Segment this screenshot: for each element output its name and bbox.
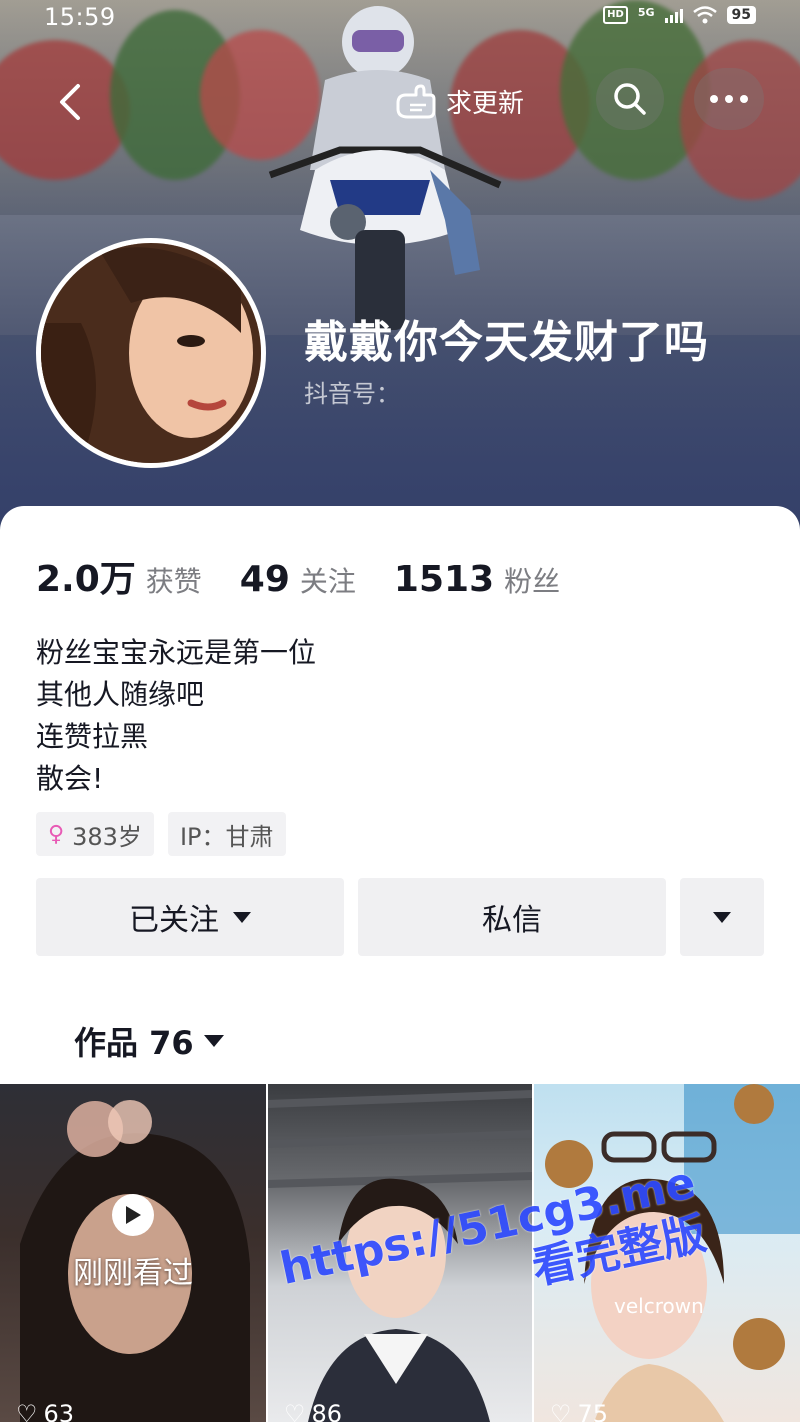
bio-line: 散会! — [36, 762, 104, 795]
caret-down-icon — [203, 1035, 224, 1047]
more-options-button[interactable] — [694, 68, 764, 130]
video-likes: ♡ 75 — [550, 1400, 608, 1422]
message-button[interactable]: 私信 — [358, 878, 666, 956]
stat-likes[interactable]: 2.0万 获赞 — [36, 550, 202, 602]
profile-stats: 2.0万 获赞 49 关注 1513 粉丝 — [36, 550, 560, 602]
age-tag: ♀ 383岁 — [36, 812, 154, 856]
profile-card: 2.0万 获赞 49 关注 1513 粉丝 粉丝宝宝永远是第一位 其他人随缘吧 … — [0, 506, 800, 1086]
followed-label: 已关注 — [129, 903, 219, 938]
status-bar: 15:59 HD 5G 95 — [0, 0, 800, 36]
stat-label: 关注 — [299, 565, 356, 598]
female-gender-icon: ♀ — [48, 821, 65, 847]
works-tab-label: 作品 76 — [74, 1024, 194, 1062]
back-icon[interactable] — [52, 80, 88, 124]
pointing-hand-icon — [396, 84, 436, 119]
video-likes: ♡ 86 — [284, 1400, 342, 1422]
status-icons: HD 5G 95 — [603, 6, 756, 24]
avatar[interactable] — [36, 238, 266, 468]
stat-followers[interactable]: 1513 粉丝 — [394, 559, 560, 600]
stat-following[interactable]: 49 关注 — [240, 559, 356, 600]
ip-tag: IP：甘肃 — [167, 812, 286, 856]
ip-label: IP：甘肃 — [179, 822, 274, 851]
heart-icon: ♡ — [550, 1400, 572, 1422]
bio-line: 粉丝宝宝永远是第一位 — [36, 636, 317, 669]
battery-icon: 95 — [726, 6, 756, 24]
search-button[interactable] — [596, 68, 664, 130]
network-label: 5G — [637, 6, 655, 19]
heart-icon: ♡ — [284, 1400, 306, 1422]
caret-down-icon — [713, 911, 731, 923]
avatar-portrait — [41, 243, 261, 463]
more-dot-icon — [725, 95, 733, 103]
likes-count: 63 — [43, 1400, 75, 1422]
profile-cover: 15:59 HD 5G 95 求更新 戴戴你今天发财了吗 抖音号： — [0, 0, 800, 540]
video-tile[interactable]: 刚刚看过 ♡ 63 — [0, 1084, 266, 1422]
profile-nickname: 戴戴你今天发财了吗 — [304, 317, 709, 368]
video-likes: ♡ 63 — [16, 1400, 74, 1422]
message-label: 私信 — [482, 903, 542, 938]
request-update-label: 求更新 — [446, 88, 525, 119]
more-dot-icon — [710, 95, 718, 103]
age-label: 383岁 — [72, 822, 142, 851]
bio-line: 其他人随缘吧 — [36, 678, 205, 711]
douyin-id-label: 抖音号： — [304, 380, 400, 408]
stat-value: 49 — [239, 559, 290, 600]
search-icon — [614, 83, 646, 115]
cover-rider-image — [268, 6, 502, 330]
stat-label: 粉丝 — [504, 565, 561, 598]
likes-count: 86 — [311, 1400, 343, 1422]
more-dot-icon — [740, 95, 748, 103]
followed-button[interactable]: 已关注 — [36, 878, 344, 956]
profile-actions: 已关注 私信 — [36, 878, 764, 956]
likes-count: 75 — [577, 1400, 609, 1422]
tab-works[interactable]: 作品 76 — [74, 1018, 224, 1064]
recently-watched-label: 刚刚看过 — [73, 1256, 193, 1291]
play-icon — [112, 1194, 154, 1236]
profile-bio: 粉丝宝宝永远是第一位 其他人随缘吧 连赞拉黑 散会! — [36, 632, 316, 800]
heart-icon: ♡ — [16, 1400, 38, 1422]
hd-icon: HD — [603, 6, 628, 24]
stat-value: 1513 — [393, 559, 495, 600]
recently-watched-overlay: 刚刚看过 — [0, 1194, 266, 1292]
caret-down-icon — [233, 911, 251, 923]
bio-line: 连赞拉黑 — [36, 720, 149, 753]
stat-label: 获赞 — [145, 565, 202, 598]
signal-icon — [664, 7, 683, 23]
more-actions-button[interactable] — [680, 878, 764, 956]
stat-value: 2.0万 — [36, 559, 136, 600]
profile-tags: ♀ 383岁 IP：甘肃 — [36, 812, 286, 856]
video-caption: velcrown — [614, 1294, 704, 1318]
status-time: 15:59 — [44, 3, 116, 31]
request-update-button[interactable]: 求更新 — [392, 78, 524, 124]
wifi-icon — [692, 6, 717, 24]
